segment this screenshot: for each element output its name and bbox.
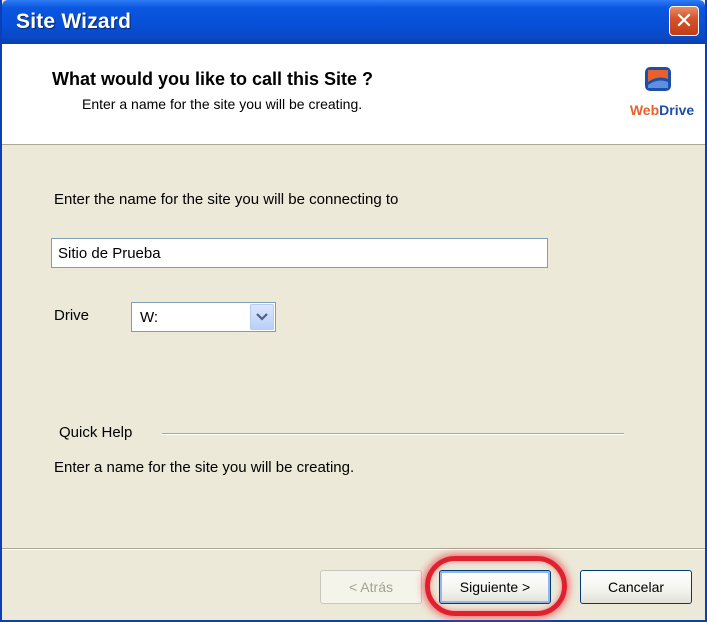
cancel-button[interactable]: Cancelar <box>580 570 692 604</box>
drive-dropdown-button[interactable] <box>250 304 274 330</box>
chevron-down-icon <box>256 313 268 321</box>
header-subtitle: Enter a name for the site you will be cr… <box>82 96 363 112</box>
footer-divider <box>2 548 705 550</box>
site-wizard-dialog: Site Wizard ✕ What would you like to cal… <box>0 0 707 622</box>
drive-label: Drive <box>54 307 90 324</box>
title-bar[interactable]: Site Wizard ✕ <box>2 0 705 44</box>
logo-text: WebDrive <box>629 102 695 118</box>
next-button[interactable]: Siguiente > <box>439 570 551 604</box>
webdrive-logo-icon <box>645 67 671 91</box>
webdrive-logo: WebDrive <box>622 66 702 136</box>
drive-selected-value: W: <box>140 309 159 326</box>
window-title: Site Wizard <box>16 10 132 33</box>
site-name-input[interactable] <box>51 238 548 268</box>
back-button[interactable]: < Atrás <box>320 570 422 604</box>
close-icon: ✕ <box>674 8 694 33</box>
quick-help-label: Quick Help <box>59 424 133 441</box>
site-name-prompt: Enter the name for the site you will be … <box>54 191 399 208</box>
drive-select[interactable]: W: <box>131 302 276 332</box>
quick-help-text: Enter a name for the site you will be cr… <box>54 459 355 476</box>
close-button[interactable]: ✕ <box>669 6 699 36</box>
wizard-header: What would you like to call this Site ? … <box>2 44 705 145</box>
header-title: What would you like to call this Site ? <box>52 69 374 89</box>
quick-help-divider <box>162 433 624 435</box>
